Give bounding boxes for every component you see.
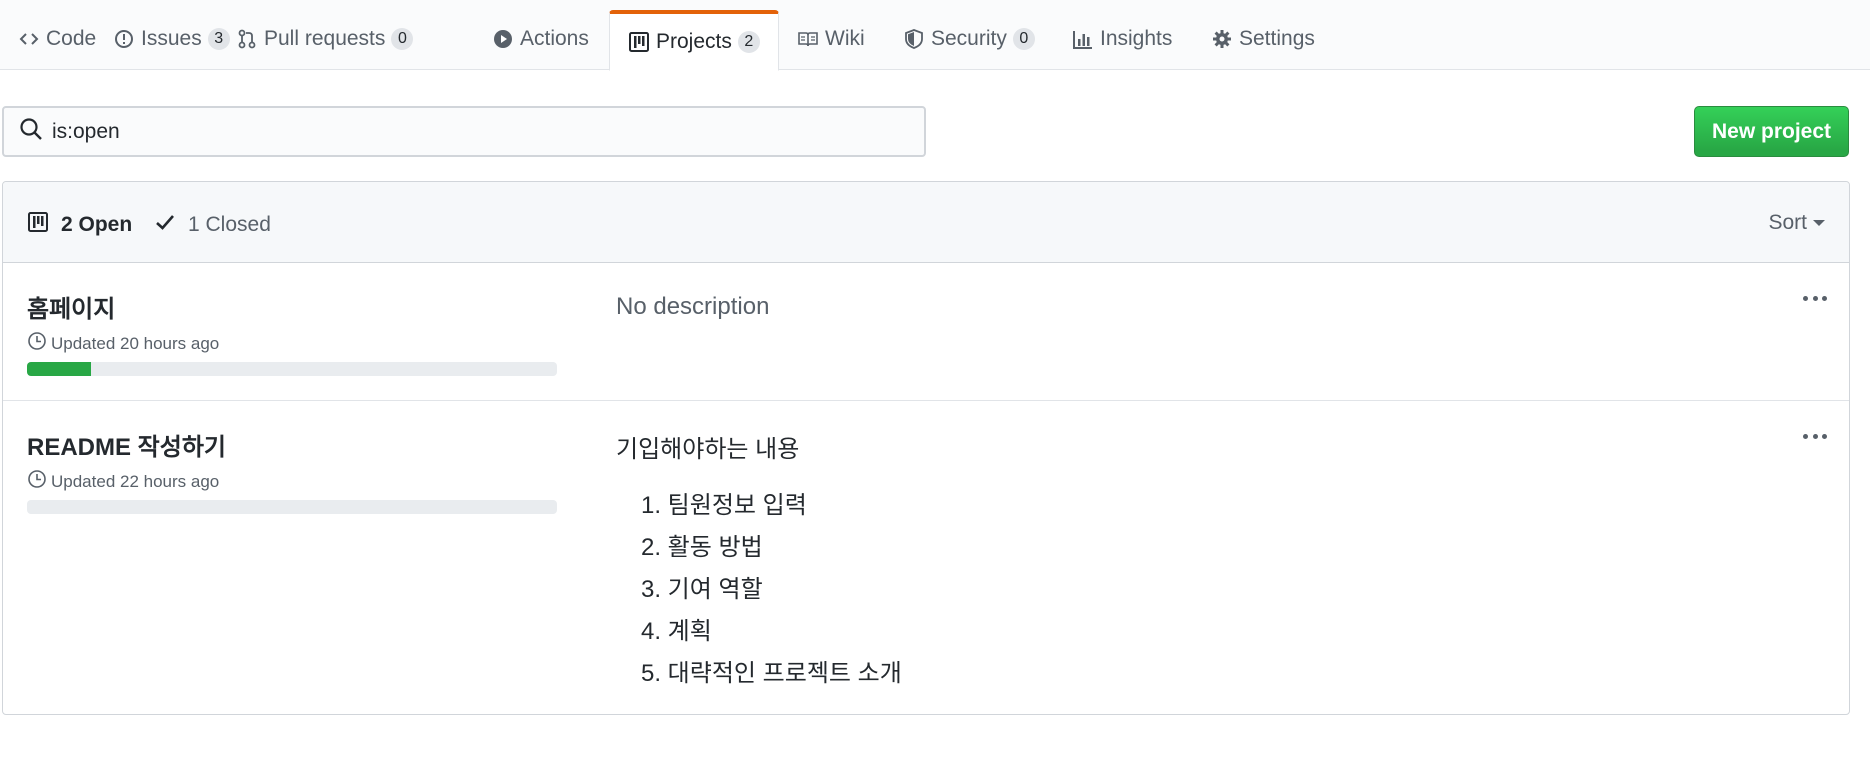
updated-text: Updated 22 hours ago [51,471,220,491]
tab-label: Wiki [825,27,865,50]
security-counter: 0 [1012,28,1035,50]
tab-label: Actions [520,27,589,50]
tab-label: Code [46,27,97,50]
tab-label: Settings [1239,27,1315,50]
issues-counter: 3 [207,28,230,50]
updated-text: Updated 20 hours ago [51,333,220,353]
check-icon [154,211,188,239]
tab-label: Security [931,27,1007,50]
closed-count-label: 1 Closed [188,213,271,236]
project-icon [27,211,61,239]
search-input[interactable] [52,119,902,144]
pull-request-icon [236,28,258,50]
project-list-header: 2 Open 1 Closed Sort [3,182,1849,263]
progress-fill [27,362,91,376]
projects-counter: 2 [737,31,760,53]
tab-issues[interactable]: Issues 3 [113,12,230,70]
project-icon [628,31,650,53]
sort-label: Sort [1768,211,1807,234]
clock-icon [27,331,51,356]
more-options-icon[interactable] [1803,291,1827,305]
tab-label: Issues [141,27,202,50]
sort-dropdown[interactable]: Sort [1768,211,1825,235]
clock-icon [27,469,51,494]
search-icon [18,116,44,147]
project-name[interactable]: README 작성하기 [27,427,226,462]
play-icon [492,28,514,50]
closed-filter[interactable]: 1 Closed [154,211,271,239]
project-updated: Updated 20 hours ago [27,331,219,356]
open-filter[interactable]: 2 Open [27,211,132,239]
list-item: 3. 기여 역할 [641,576,763,603]
more-options-icon[interactable] [1803,429,1827,443]
project-list: 2 Open 1 Closed Sort 홈페이지 Updated 20 hou… [2,181,1850,715]
open-count-label: 2 Open [61,213,133,236]
tab-projects[interactable]: Projects 2 [609,10,779,71]
code-icon [18,28,40,50]
gear-icon [1211,28,1233,50]
list-item: 1. 팀원정보 입력 [641,492,807,519]
new-project-button[interactable]: New project [1694,106,1849,157]
project-updated: Updated 22 hours ago [27,469,219,494]
project-row: README 작성하기 Updated 22 hours ago 기입해야하는 … [3,401,1849,715]
list-item: 2. 활동 방법 [641,534,763,561]
graph-icon [1072,28,1094,50]
tab-label: Projects [656,30,732,53]
tab-security[interactable]: Security 0 [903,12,1035,70]
caret-down-icon [1813,220,1825,226]
book-icon [797,28,819,50]
tab-label: Pull requests [264,27,386,50]
tab-settings[interactable]: Settings [1211,12,1315,70]
tab-wiki[interactable]: Wiki [797,12,865,70]
list-item: 4. 계획 [641,618,712,645]
shield-icon [903,28,925,50]
issue-icon [113,28,135,50]
pull-requests-counter: 0 [391,28,414,50]
project-name[interactable]: 홈페이지 [27,289,115,324]
tab-code[interactable]: Code [18,12,96,70]
search-box [2,106,926,157]
list-item: 5. 대략적인 프로젝트 소개 [641,660,902,687]
repo-nav-tabs: Code Issues 3 Pull requests 0 Actions Pr… [0,0,1870,71]
tab-pull-requests[interactable]: Pull requests 0 [236,12,414,70]
description-list: 1. 팀원정보 입력 2. 활동 방법 3. 기여 역할 4. 계획 5. 대략… [641,485,902,695]
progress-bar [27,500,557,514]
project-description: 기입해야하는 내용 [616,436,800,463]
project-row: 홈페이지 Updated 20 hours ago No description [3,263,1849,401]
progress-bar [27,362,557,376]
tab-actions[interactable]: Actions [492,12,589,70]
project-description: No description [616,293,770,320]
tab-insights[interactable]: Insights [1072,12,1172,70]
tab-label: Insights [1100,27,1173,50]
